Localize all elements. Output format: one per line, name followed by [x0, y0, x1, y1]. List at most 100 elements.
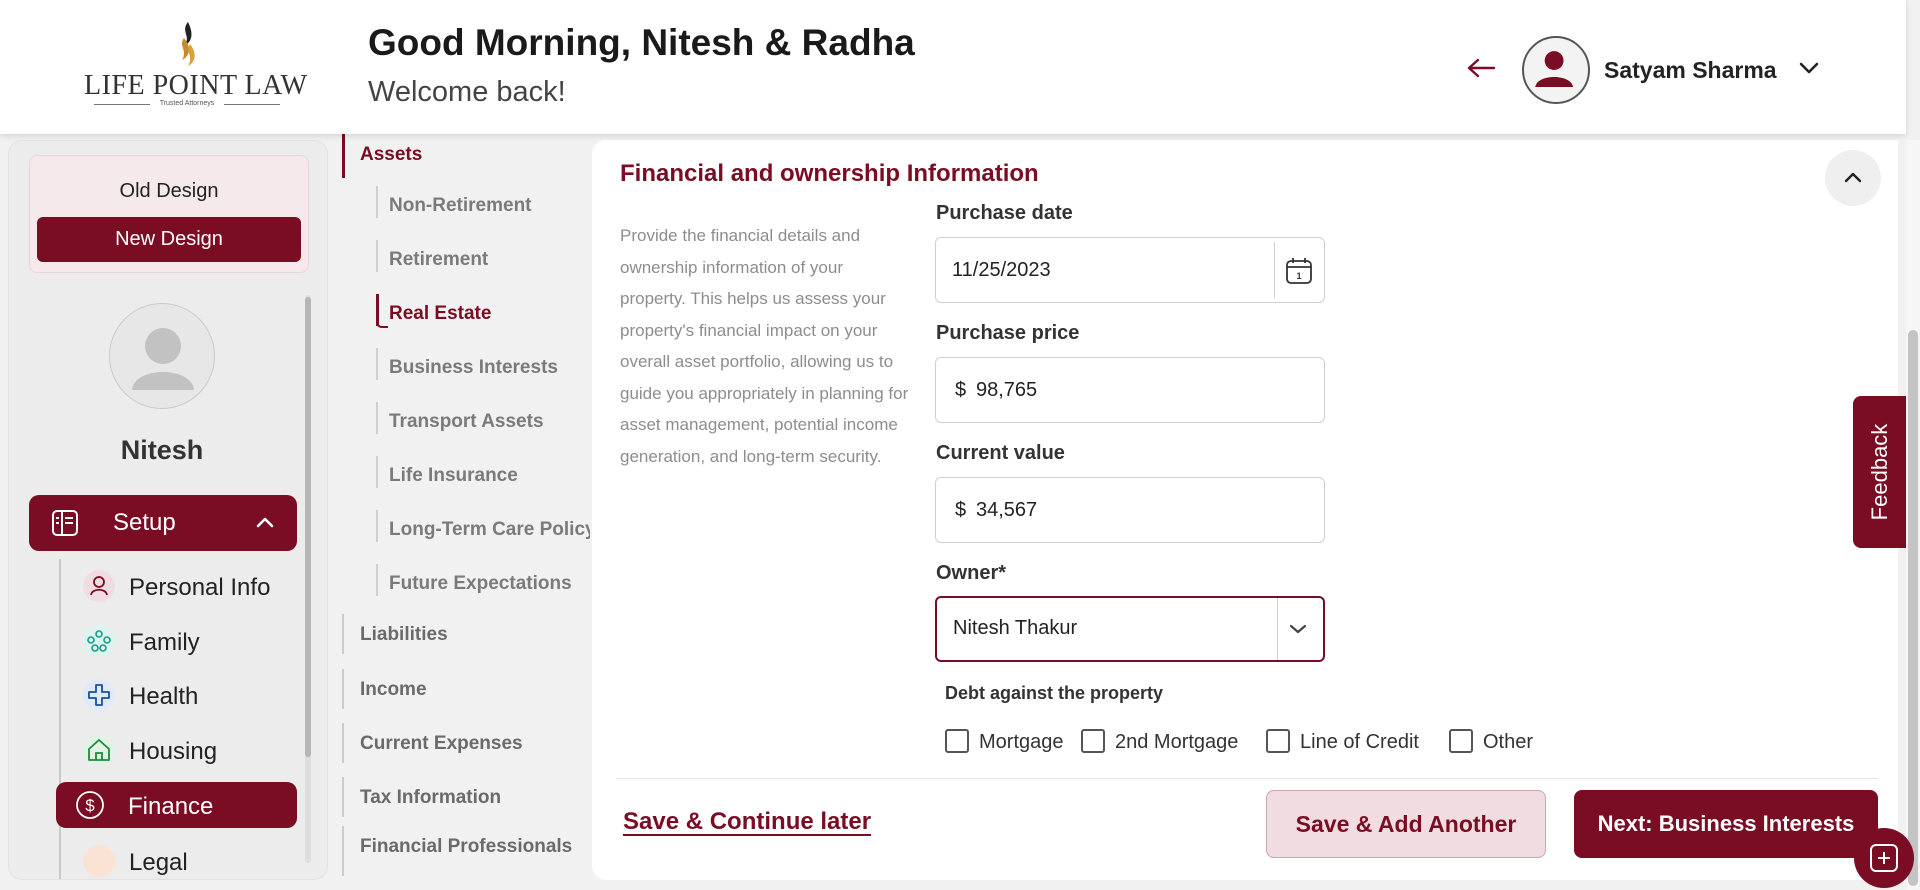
floating-action-button[interactable] [1854, 828, 1914, 888]
subnav-non-retirement[interactable]: Non-Retirement [389, 195, 532, 217]
checkbox-label: Mortgage [979, 731, 1064, 753]
checkbox-box[interactable] [1266, 729, 1290, 753]
subnav-business-interests[interactable]: Business Interests [389, 357, 558, 379]
purchase-date-field[interactable]: 11/25/2023 1 [935, 237, 1325, 303]
health-cross-icon [83, 679, 115, 711]
dollar-icon: $ [74, 789, 106, 821]
tree-line [376, 456, 378, 488]
section-title: Financial and ownership Information [620, 160, 1039, 187]
save-continue-later-link[interactable]: Save & Continue later [623, 808, 871, 836]
subnav-assets[interactable]: Assets [360, 144, 422, 166]
sidebar-scrollbar[interactable] [305, 297, 311, 757]
tree-line [342, 723, 344, 763]
tree-line [376, 186, 378, 218]
logo-flame-icon [182, 22, 195, 66]
sidebar-item-label: Health [129, 683, 199, 710]
field-divider [1277, 598, 1278, 660]
owner-label: Owner* [936, 562, 1007, 584]
user-avatar-icon [1535, 51, 1573, 87]
sidebar-item-family[interactable]: Family [75, 618, 297, 664]
subnav-income[interactable]: Income [360, 679, 427, 701]
tree-line [376, 402, 378, 434]
subnav-future-expectations[interactable]: Future Expectations [389, 573, 572, 595]
chevron-up-icon [1844, 172, 1862, 183]
sidebar-item-legal[interactable]: Legal [75, 838, 297, 879]
subnav-transport-assets[interactable]: Transport Assets [389, 411, 544, 433]
new-design-button[interactable]: New Design [37, 217, 301, 262]
checkbox-label: Line of Credit [1300, 731, 1419, 753]
checkbox-box[interactable] [945, 729, 969, 753]
page-scrollbar[interactable] [1908, 330, 1918, 886]
sidebar-item-health[interactable]: Health [75, 672, 297, 718]
sidebar-item-personal-info[interactable]: Personal Info [75, 563, 297, 609]
subnav-tax-information[interactable]: Tax Information [360, 787, 501, 809]
subnav-life-insurance[interactable]: Life Insurance [389, 465, 518, 487]
left-sidebar: Old Design New Design Nitesh Setup Perso… [8, 140, 328, 880]
life-point-law-logo[interactable]: LIFE POINT LAW Trusted Attorneys [84, 20, 308, 112]
add-note-icon [1870, 844, 1898, 872]
sidebar-item-label: Family [129, 629, 200, 656]
sidebar-item-label: Legal [129, 849, 188, 876]
main-form-card: Financial and ownership Information Prov… [592, 140, 1898, 880]
subnav-liabilities[interactable]: Liabilities [360, 624, 448, 646]
subnav-long-term-care-policy[interactable]: Long-Term Care Policy [389, 519, 590, 541]
owner-select[interactable]: Nitesh Thakur [935, 596, 1325, 662]
next-business-interests-button[interactable]: Next: Business Interests [1574, 790, 1878, 858]
setup-label: Setup [113, 509, 176, 536]
save-add-another-button[interactable]: Save & Add Another [1266, 790, 1546, 858]
feedback-label: Feedback [1866, 423, 1892, 521]
welcome-subtitle: Welcome back! [368, 76, 566, 108]
active-tree-hook [376, 320, 388, 328]
tree-line [342, 777, 344, 817]
chevron-down-icon[interactable] [1798, 60, 1820, 76]
profile-name: Nitesh [120, 435, 204, 465]
purchase-price-field[interactable]: $ 98,765 [935, 357, 1325, 423]
setup-menu-toggle[interactable]: Setup [29, 495, 297, 551]
profile-avatar[interactable] [109, 303, 215, 409]
subnav-retirement[interactable]: Retirement [389, 249, 488, 271]
collapse-section-button[interactable] [1825, 150, 1881, 206]
back-arrow-icon[interactable] [1466, 56, 1496, 80]
tree-line [376, 564, 378, 596]
checkbox-label: 2nd Mortgage [1115, 731, 1239, 753]
sidebar-item-finance[interactable]: $ Finance [56, 782, 297, 828]
user-avatar[interactable] [1522, 36, 1590, 104]
current-value-field[interactable]: $ 34,567 [935, 477, 1325, 543]
checkbox-box[interactable] [1449, 729, 1473, 753]
logo-tagline: Trusted Attorneys [84, 100, 290, 107]
debt-label: Debt against the property [945, 683, 1164, 703]
legal-icon [83, 845, 115, 877]
purchase-date-label: Purchase date [936, 202, 1073, 224]
purchase-price-label: Purchase price [936, 322, 1080, 344]
purchase-date-value: 11/25/2023 [952, 259, 1051, 281]
owner-value: Nitesh Thakur [953, 617, 1078, 639]
sidebar-item-housing[interactable]: Housing [75, 727, 297, 773]
calendar-icon[interactable]: 1 [1284, 256, 1314, 286]
subnav-current-expenses[interactable]: Current Expenses [360, 733, 523, 755]
chevron-up-icon [256, 517, 274, 528]
subnav-financial-professionals[interactable]: Financial Professionals [360, 836, 572, 858]
chevron-down-icon[interactable] [1289, 623, 1307, 635]
user-name[interactable]: Satyam Sharma [1604, 57, 1777, 84]
current-value-label: Current value [936, 442, 1065, 464]
subnav-real-estate[interactable]: Real Estate [389, 303, 491, 325]
checkbox-box[interactable] [1081, 729, 1105, 753]
design-switcher: Old Design New Design [29, 155, 309, 273]
currency-symbol: $ [955, 379, 967, 401]
sidebar-item-label: Finance [128, 793, 214, 820]
svg-text:1: 1 [1296, 271, 1301, 281]
house-icon [83, 734, 115, 766]
sidebar-item-label: Housing [129, 738, 218, 765]
top-header: LIFE POINT LAW Trusted Attorneys Good Mo… [0, 0, 1906, 134]
section-description: Provide the financial details and owners… [620, 226, 909, 466]
tree-line [376, 240, 378, 272]
family-icon [83, 625, 115, 657]
tree-line [376, 510, 378, 542]
feedback-tab[interactable]: Feedback [1853, 396, 1906, 548]
logo-text: LIFE POINT LAW [84, 70, 308, 101]
finance-subnav: Assets Non-Retirement Retirement Real Es… [328, 134, 590, 880]
tree-line [342, 669, 344, 709]
nav-tree-line [59, 559, 61, 879]
greeting-title: Good Morning, Nitesh & Radha [368, 22, 915, 63]
old-design-button[interactable]: Old Design [30, 180, 308, 203]
